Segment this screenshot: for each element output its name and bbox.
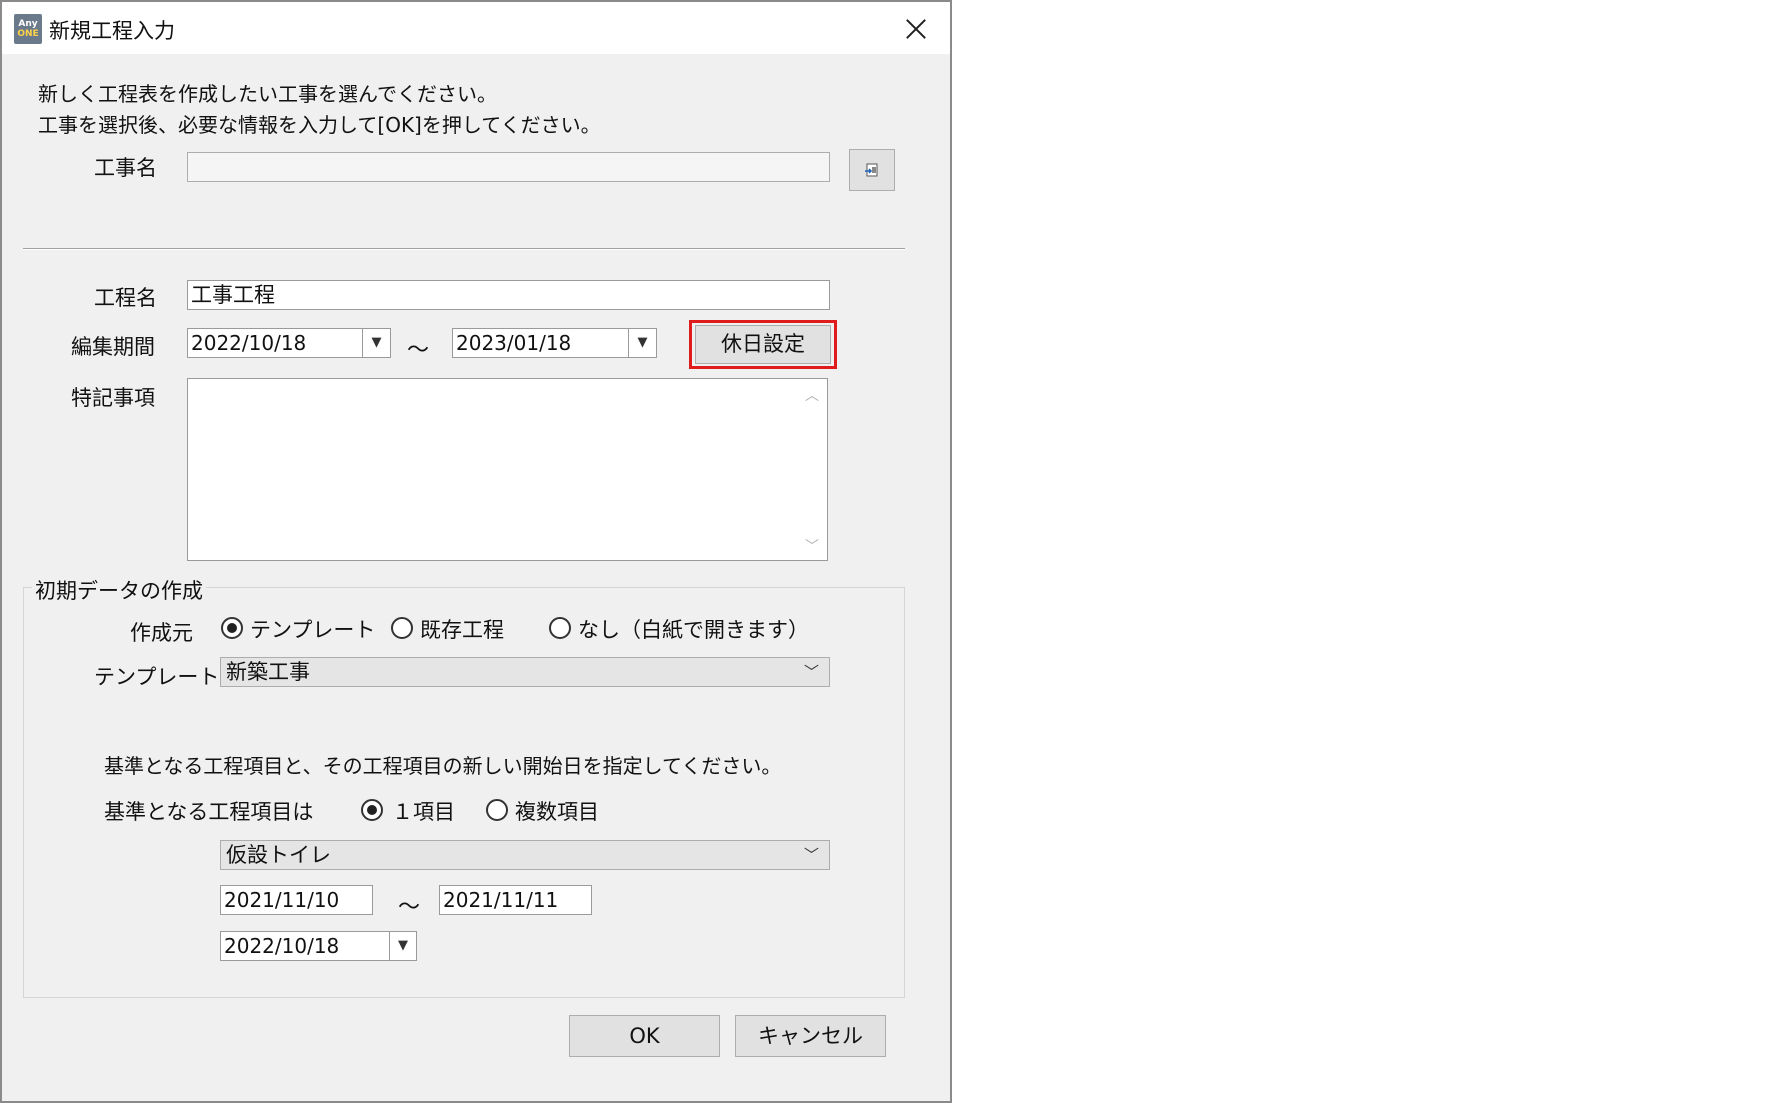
new-start-date-input[interactable]: 2022/10/18 (220, 931, 390, 961)
radio-template-label[interactable]: テンプレート (250, 614, 375, 644)
app-icon: Any ONE (14, 14, 42, 44)
template-select[interactable]: 新築工事 ﹀ (220, 657, 830, 687)
title-bar: Any ONE 新規工程入力 (2, 2, 950, 54)
source-label: 作成元 (130, 621, 193, 645)
period-start-input[interactable]: 2022/10/18 (187, 328, 363, 358)
base-item-instruction: 基準となる工程項目と、その工程項目の新しい開始日を指定してください。 (104, 754, 782, 778)
radio-template[interactable] (221, 617, 243, 639)
scroll-down-icon[interactable]: ﹀ (805, 536, 819, 556)
template-label: テンプレート (94, 665, 220, 689)
separator-highlight (23, 249, 905, 250)
notes-textarea[interactable]: ︿ ﹀ (187, 378, 828, 561)
new-start-dropdown-icon[interactable]: ▼ (390, 931, 417, 961)
construction-name-label: 工事名 (94, 156, 157, 180)
template-select-value: 新築工事 (226, 660, 310, 684)
cancel-button[interactable]: キャンセル (735, 1015, 886, 1057)
initial-data-group-title: 初期データの作成 (32, 575, 206, 605)
radio-multiple-items[interactable] (486, 799, 508, 821)
instruction-line-2: 工事を選択後、必要な情報を入力して[OK]を押してください。 (38, 113, 601, 137)
notes-label: 特記事項 (71, 386, 155, 410)
close-icon[interactable] (895, 10, 937, 46)
base-item-label: 基準となる工程項目は (104, 800, 314, 824)
period-start-dropdown-icon[interactable]: ▼ (363, 328, 391, 358)
radio-existing-schedule[interactable] (391, 617, 413, 639)
schedule-name-input[interactable]: 工事工程 (187, 280, 830, 310)
edit-period-label: 編集期間 (71, 335, 155, 359)
radio-blank[interactable] (549, 617, 571, 639)
period-tilde: ～ (407, 338, 430, 363)
ok-button[interactable]: OK (569, 1015, 720, 1057)
radio-existing-schedule-label[interactable]: 既存工程 (420, 614, 504, 644)
chevron-down-icon: ﹀ (803, 663, 819, 681)
period-end-input[interactable]: 2023/01/18 (452, 328, 629, 358)
schedule-name-label: 工程名 (94, 286, 157, 310)
highlight-box (689, 320, 837, 369)
radio-multiple-items-label[interactable]: 複数項目 (515, 796, 599, 826)
period-end-dropdown-icon[interactable]: ▼ (629, 328, 657, 358)
base-item-select[interactable]: 仮設トイレ ﹀ (220, 840, 830, 870)
initial-data-group (23, 587, 905, 998)
construction-select-button[interactable] (849, 149, 895, 191)
instruction-line-1: 新しく工程表を作成したい工事を選んでください。 (38, 82, 497, 106)
radio-single-item[interactable] (361, 799, 383, 821)
window-title: 新規工程入力 (49, 19, 175, 43)
scroll-up-icon[interactable]: ︿ (805, 385, 819, 405)
base-item-select-value: 仮設トイレ (226, 843, 331, 867)
new-schedule-dialog: Any ONE 新規工程入力 新しく工程表を作成したい工事を選んでください。 工… (0, 0, 952, 1103)
item-period-tilde: ～ (398, 895, 421, 920)
select-icon (865, 163, 878, 177)
radio-blank-label[interactable]: なし（白紙で開きます） (578, 614, 809, 644)
chevron-down-icon: ﹀ (803, 846, 819, 864)
item-start-date-field[interactable]: 2021/11/10 (220, 885, 373, 915)
item-end-date-field[interactable]: 2021/11/11 (439, 885, 592, 915)
radio-single-item-label[interactable]: １項目 (392, 796, 455, 826)
construction-name-field[interactable] (187, 152, 830, 182)
